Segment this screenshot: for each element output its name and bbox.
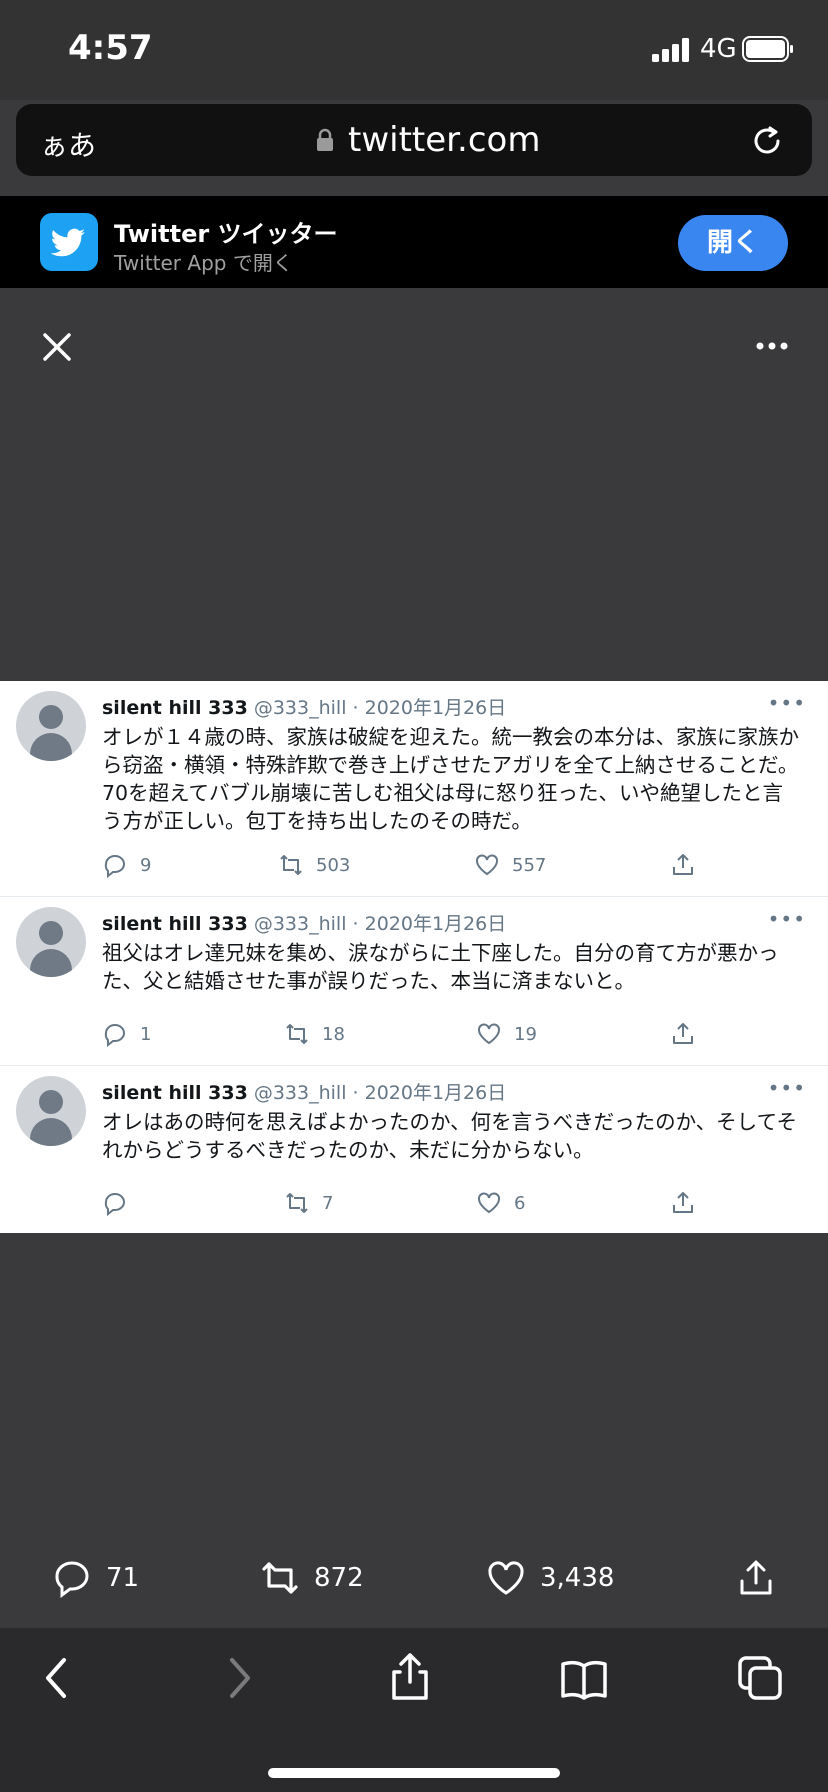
avatar — [16, 1076, 86, 1146]
bookmarks-icon[interactable] — [560, 1656, 608, 1704]
tweet-author-name: silent hill 333 — [102, 697, 248, 719]
reply-count: 1 — [140, 1023, 152, 1045]
tweet-like: 6 — [476, 1190, 525, 1216]
tweet: silent hill 333 @333_hill · 2020年1月26日 •… — [0, 1066, 828, 1233]
like-count: 557 — [512, 854, 547, 876]
heart-icon — [478, 1192, 500, 1214]
tweet-actions: 7 6 — [102, 1190, 712, 1218]
like-stat-count: 3,438 — [540, 1563, 615, 1593]
close-icon[interactable] — [40, 330, 74, 364]
tweet-author-name: silent hill 333 — [102, 913, 248, 935]
tweet-actions: 1 18 19 — [102, 1021, 712, 1049]
retweet-stat[interactable]: 872 — [260, 1558, 364, 1598]
tweet-author-name: silent hill 333 — [102, 1082, 248, 1104]
tweet-share — [670, 1021, 696, 1047]
back-icon[interactable] — [34, 1654, 82, 1702]
share-icon — [673, 1192, 693, 1213]
tweet: silent hill 333 @333_hill · 2020年1月26日 •… — [0, 681, 828, 896]
reply-icon — [104, 1193, 125, 1216]
retweet-stat-count: 872 — [314, 1563, 364, 1593]
tweet-retweet: 503 — [278, 852, 350, 878]
retweet-icon — [262, 1562, 298, 1594]
home-indicator[interactable] — [268, 1768, 560, 1778]
tweet-text: オレが１４歳の時、家族は破綻を迎えた。統一教会の本分は、家族に家族から窃盗・横領… — [102, 725, 799, 833]
like-count: 19 — [514, 1023, 537, 1045]
tweet-header: silent hill 333 @333_hill · 2020年1月26日 — [102, 909, 506, 936]
tweet-like: 19 — [476, 1021, 537, 1047]
tweet-retweet: 7 — [284, 1190, 333, 1216]
share-icon[interactable] — [386, 1652, 434, 1700]
retweet-count: 18 — [322, 1023, 345, 1045]
reply-stat-count: 71 — [106, 1563, 140, 1593]
tweet-text: オレはあの時何を思えばよかったのか、何を言うべきだったのか、そしてそれからどうす… — [102, 1110, 797, 1162]
tweet-meta: @333_hill · 2020年1月26日 — [253, 697, 507, 719]
more-options-icon[interactable] — [756, 338, 788, 354]
share-stat[interactable] — [736, 1558, 776, 1598]
signal-icon — [652, 38, 689, 62]
tabs-icon[interactable] — [736, 1654, 784, 1702]
heart-icon — [476, 854, 498, 876]
tweet-reply — [102, 1190, 140, 1216]
heart-icon — [478, 1023, 500, 1045]
like-count: 6 — [514, 1192, 526, 1214]
reply-icon — [55, 1561, 89, 1598]
avatar — [16, 691, 86, 761]
tweet-actions: 9 503 557 — [102, 852, 712, 880]
tweet-share — [670, 1190, 696, 1216]
tweet-meta: @333_hill · 2020年1月26日 — [253, 913, 507, 935]
tweet-reply: 9 — [102, 852, 151, 878]
like-stat[interactable]: 3,438 — [486, 1558, 614, 1598]
twitter-app-icon — [40, 213, 98, 271]
retweet-count: 503 — [316, 854, 351, 876]
share-icon — [740, 1560, 772, 1595]
retweet-count: 7 — [322, 1192, 334, 1214]
twitter-bird-icon — [50, 228, 85, 257]
tweet-header: silent hill 333 @333_hill · 2020年1月26日 — [102, 1078, 506, 1105]
text-size-button[interactable]: ぁあ — [40, 124, 96, 164]
reload-icon[interactable] — [748, 122, 786, 160]
forward-icon[interactable] — [214, 1654, 262, 1702]
network-type: 4G — [700, 34, 737, 64]
heart-icon — [488, 1561, 524, 1595]
tweet-like: 557 — [474, 852, 546, 878]
retweet-icon — [280, 855, 302, 875]
tweet-more-icon: ••• — [767, 691, 806, 715]
reply-stat[interactable]: 71 — [52, 1558, 139, 1598]
share-icon — [673, 1023, 693, 1044]
retweet-icon — [286, 1024, 308, 1044]
tweet-thread-image: silent hill 333 @333_hill · 2020年1月26日 •… — [0, 681, 828, 1233]
tweet-meta: @333_hill · 2020年1月26日 — [253, 1082, 507, 1104]
tweet-more-icon: ••• — [767, 1076, 806, 1100]
tweet-more-icon: ••• — [767, 907, 806, 931]
reply-icon — [104, 855, 125, 878]
tweet-reply: 1 — [102, 1021, 151, 1047]
status-time: 4:57 — [68, 28, 153, 68]
open-in-app-button[interactable]: 開く — [678, 215, 788, 271]
retweet-icon — [286, 1193, 308, 1213]
avatar — [16, 907, 86, 977]
reply-count: 9 — [140, 854, 152, 876]
tweet-share — [670, 852, 696, 878]
url-domain[interactable]: twitter.com — [348, 120, 540, 160]
reply-icon — [104, 1024, 125, 1047]
banner-app-subtitle: Twitter App で開く — [114, 251, 293, 275]
tweet-retweet: 18 — [284, 1021, 345, 1047]
battery-icon — [742, 36, 793, 62]
share-icon — [673, 854, 693, 875]
banner-app-name: Twitter ツイッター — [114, 220, 338, 248]
lock-icon — [317, 128, 333, 151]
tweet-text: 祖父はオレ達兄妹を集め、涙ながらに土下座した。自分の育て方が悪かった、父と結婚さ… — [102, 941, 779, 993]
tweet-header: silent hill 333 @333_hill · 2020年1月26日 — [102, 693, 506, 720]
tweet: silent hill 333 @333_hill · 2020年1月26日 •… — [0, 897, 828, 1065]
